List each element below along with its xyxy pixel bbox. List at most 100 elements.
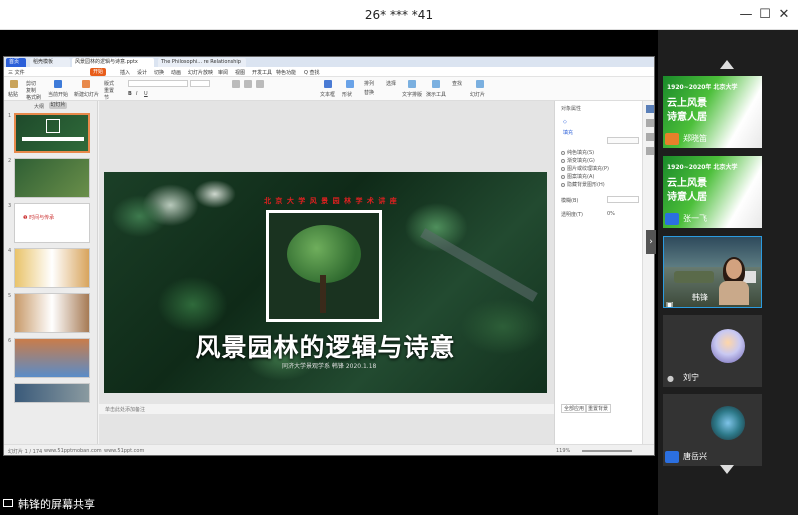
ribbon-from-current[interactable]: 当前开始 <box>48 91 68 98</box>
scroll-up-icon[interactable] <box>720 60 734 69</box>
menu-review[interactable]: 审阅 <box>218 69 228 76</box>
slide-thumbnail[interactable] <box>14 383 90 403</box>
align-left-icon[interactable] <box>232 80 240 88</box>
ribbon-layout[interactable]: 版式 <box>104 80 114 87</box>
slides-tab[interactable]: 幻灯片 <box>49 102 67 109</box>
new-slide-icon[interactable] <box>82 80 90 88</box>
ribbon-shape[interactable]: 形状 <box>342 91 352 98</box>
participant-tile[interactable]: 1920~2020年 北京大学 云上风景 诗意人居 郑晓笛 <box>663 76 762 148</box>
tab-philosophy[interactable]: The Philosophi... re Relationship <box>158 58 246 67</box>
menu-design[interactable]: 设计 <box>137 69 147 76</box>
reset-background-button[interactable]: 重置背景 <box>585 404 612 413</box>
expand-panel-icon[interactable]: › <box>646 230 656 254</box>
close-button[interactable]: ✕ <box>775 6 793 24</box>
transition-icon[interactable] <box>646 147 654 155</box>
fill-option[interactable]: 图片或纹理填充(P) <box>561 165 609 172</box>
shape-icon[interactable] <box>346 80 354 88</box>
slide-subtitle[interactable]: 同济大学景观学系 韩锋 2020.1.18 <box>282 361 376 370</box>
slide-thumbnail[interactable] <box>14 158 90 198</box>
menu-insert[interactable]: 插入 <box>120 69 130 76</box>
transparency-label: 透明度(T) <box>561 212 583 218</box>
slide-icon[interactable] <box>476 80 484 88</box>
current-slide[interactable]: 北 京 大 学 风 景 园 林 学 术 讲 座 风景园林的逻辑与诗意 同济大学景… <box>104 172 547 393</box>
participant-tile[interactable]: 1920~2020年 北京大学 云上风景 诗意人居 张一飞 <box>663 156 762 228</box>
play-icon[interactable] <box>54 80 62 88</box>
animation-icon[interactable] <box>646 133 654 141</box>
pane-icon-strip <box>642 101 654 444</box>
slide-thumbnail[interactable]: ❶ 时间与传承 <box>14 203 90 243</box>
props-section[interactable]: 填充 <box>563 129 573 136</box>
ribbon-format-painter[interactable]: 格式刷 <box>26 94 41 101</box>
align-right-icon[interactable] <box>256 80 264 88</box>
fill-option[interactable]: 渐变填充(G) <box>561 157 595 164</box>
notes-area[interactable]: 单击此处添加备注 <box>99 404 554 414</box>
tab-pptx[interactable]: 风景园林的逻辑与诗意.pptx <box>72 58 154 67</box>
menu-animation[interactable]: 动画 <box>171 69 181 76</box>
presentation-tool-icon[interactable] <box>432 80 440 88</box>
paste-icon[interactable] <box>10 80 18 88</box>
slide-thumbnail[interactable] <box>14 113 90 153</box>
ribbon-new-slide[interactable]: 新建幻灯片 <box>74 91 99 98</box>
ribbon-slide[interactable]: 幻灯片 <box>470 91 485 98</box>
menu-start[interactable]: 开始 <box>90 68 107 76</box>
menu-view[interactable]: 视图 <box>235 69 245 76</box>
ribbon-arrange[interactable]: 排列 <box>364 80 374 87</box>
shared-presentation-app: 首页 稻壳模板 风景园林的逻辑与诗意.pptx The Philosophi..… <box>3 56 655 456</box>
ribbon-cut[interactable]: 剪切 <box>26 80 36 87</box>
menu-special[interactable]: 特色功能 <box>276 69 296 76</box>
minimize-button[interactable]: — <box>737 6 755 24</box>
fill-option[interactable]: 纯色填充(S) <box>561 149 594 156</box>
participant-tile[interactable]: ● 刘宁 <box>663 315 762 387</box>
text-layout-icon[interactable] <box>408 80 416 88</box>
slide-thumbnail[interactable] <box>14 248 90 288</box>
align-center-icon[interactable] <box>244 80 252 88</box>
underline-icon[interactable]: U <box>144 91 148 97</box>
apply-all-button[interactable]: 全部应用 <box>561 404 588 413</box>
tab-template[interactable]: 稻壳模板 <box>30 58 70 67</box>
paint-bucket-icon[interactable]: ◇ <box>563 119 567 125</box>
ribbon-find[interactable]: 查找 <box>452 80 462 87</box>
avatar-icon <box>665 133 679 145</box>
menu-slideshow[interactable]: 幻灯片放映 <box>188 69 213 76</box>
style-icon[interactable] <box>646 119 654 127</box>
props-header: 对象属性 <box>561 106 582 112</box>
fill-option[interactable]: 隐藏背景图形(H) <box>561 181 605 188</box>
ribbon-presentation-tool[interactable]: 演示工具 <box>426 91 446 98</box>
bold-icon[interactable]: B <box>128 91 132 97</box>
slide-thumbnail[interactable] <box>14 338 90 378</box>
zoom-level[interactable]: 119% <box>556 448 570 454</box>
blur-input[interactable] <box>607 196 639 203</box>
participant-tile[interactable]: 唐岳兴 <box>663 394 762 466</box>
participant-tile-active[interactable]: ▣ 韩锋 <box>663 236 762 308</box>
ribbon-textbox[interactable]: 文本框 <box>320 91 335 98</box>
fill-option[interactable]: 图案填充(A) <box>561 173 594 180</box>
textbox-icon[interactable] <box>324 80 332 88</box>
font-name-select[interactable] <box>128 80 188 87</box>
outline-tab[interactable]: 大纲 <box>34 103 44 110</box>
ribbon-paste[interactable]: 粘贴 <box>8 91 18 98</box>
menu-transition[interactable]: 切换 <box>154 69 164 76</box>
tile-slide-line2: 诗意人居 <box>667 112 707 123</box>
slide-position: 幻灯片 1 / 174 <box>8 449 43 455</box>
slide-title[interactable]: 风景园林的逻辑与诗意 <box>104 328 547 364</box>
tree-image-frame[interactable] <box>266 210 382 322</box>
ribbon-replace[interactable]: 替换 <box>364 89 374 96</box>
ribbon-reset[interactable]: 重置 <box>104 87 114 94</box>
zoom-slider[interactable] <box>582 450 632 452</box>
maximize-button[interactable]: ☐ <box>756 6 774 24</box>
slide-thumbnail[interactable] <box>14 293 90 333</box>
properties-icon[interactable] <box>646 105 654 113</box>
menu-dev-tools[interactable]: 开发工具 <box>252 69 272 76</box>
tab-home[interactable]: 首页 <box>6 58 26 67</box>
menu-search[interactable]: Q 查找 <box>304 69 320 76</box>
transparency-value[interactable]: 0% <box>607 211 615 217</box>
italic-icon[interactable]: I <box>136 91 137 97</box>
fill-type-select[interactable] <box>607 137 639 144</box>
scroll-down-icon[interactable] <box>720 465 734 474</box>
font-size-select[interactable] <box>190 80 210 87</box>
menu-file[interactable]: 三 文件 <box>8 69 25 76</box>
ribbon-section[interactable]: 节 <box>104 94 109 101</box>
ribbon-copy[interactable]: 复制 <box>26 87 36 94</box>
ribbon-select[interactable]: 选择 <box>386 80 396 87</box>
ribbon-text-layout[interactable]: 文字排版 <box>402 91 422 98</box>
